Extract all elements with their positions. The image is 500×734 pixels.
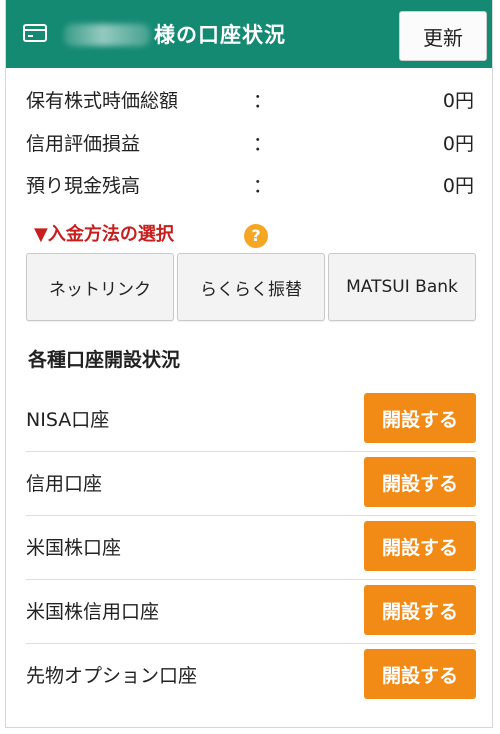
masked-user-name xyxy=(64,24,150,46)
account-label: 信用口座 xyxy=(26,473,103,495)
account-row-margin: 信用口座 開設する xyxy=(26,451,476,516)
summary-value: 0円 xyxy=(442,90,474,112)
open-margin-button[interactable]: 開設する xyxy=(364,457,476,507)
help-icon[interactable]: ? xyxy=(244,224,268,248)
account-label: 米国株口座 xyxy=(26,537,122,559)
account-label: NISA口座 xyxy=(26,409,110,431)
section-title: 各種口座開設状況 xyxy=(28,349,181,371)
rakuraku-transfer-button[interactable]: らくらく振替 xyxy=(177,253,325,321)
account-status-panel: 様の口座状況 更新 保有株式時価総額 ： 0円 信用評価損益 ： 0円 預り現金… xyxy=(5,0,493,728)
summary-label: 預り現金残高 xyxy=(26,175,141,197)
summary-row-margin-pl: 信用評価損益 ： 0円 xyxy=(26,130,474,158)
header-bar: 様の口座状況 更新 xyxy=(6,0,492,68)
credit-card-icon xyxy=(23,24,47,42)
open-us-stock-button[interactable]: 開設する xyxy=(364,521,476,571)
open-nisa-button[interactable]: 開設する xyxy=(364,393,476,443)
summary-label: 信用評価損益 xyxy=(26,133,141,155)
summary-colon: ： xyxy=(253,133,273,155)
account-row-us-margin: 米国株信用口座 開設する xyxy=(26,579,476,644)
summary-row-cash: 預り現金残高 ： 0円 xyxy=(26,172,474,200)
summary-colon: ： xyxy=(253,90,273,112)
summary-value: 0円 xyxy=(442,175,474,197)
summary-label: 保有株式時価総額 xyxy=(26,90,179,112)
open-futures-options-button[interactable]: 開設する xyxy=(364,649,476,699)
summary-value: 0円 xyxy=(442,133,474,155)
account-label: 先物オプション口座 xyxy=(26,665,198,687)
deposit-method-toggle[interactable]: ▼入金方法の選択 xyxy=(34,222,174,248)
account-row-us-stock: 米国株口座 開設する xyxy=(26,515,476,580)
page-title: 様の口座状況 xyxy=(154,23,286,47)
matsui-bank-button[interactable]: MATSUI Bank xyxy=(328,253,476,321)
netlink-button[interactable]: ネットリンク xyxy=(26,253,174,321)
refresh-button[interactable]: 更新 xyxy=(399,11,487,61)
account-row-futures-options: 先物オプション口座 開設する xyxy=(26,643,476,707)
open-us-margin-button[interactable]: 開設する xyxy=(364,585,476,635)
summary-row-holdings: 保有株式時価総額 ： 0円 xyxy=(26,87,474,115)
account-label: 米国株信用口座 xyxy=(26,601,160,623)
account-row-nisa: NISA口座 開設する xyxy=(26,387,476,452)
summary-colon: ： xyxy=(253,175,273,197)
